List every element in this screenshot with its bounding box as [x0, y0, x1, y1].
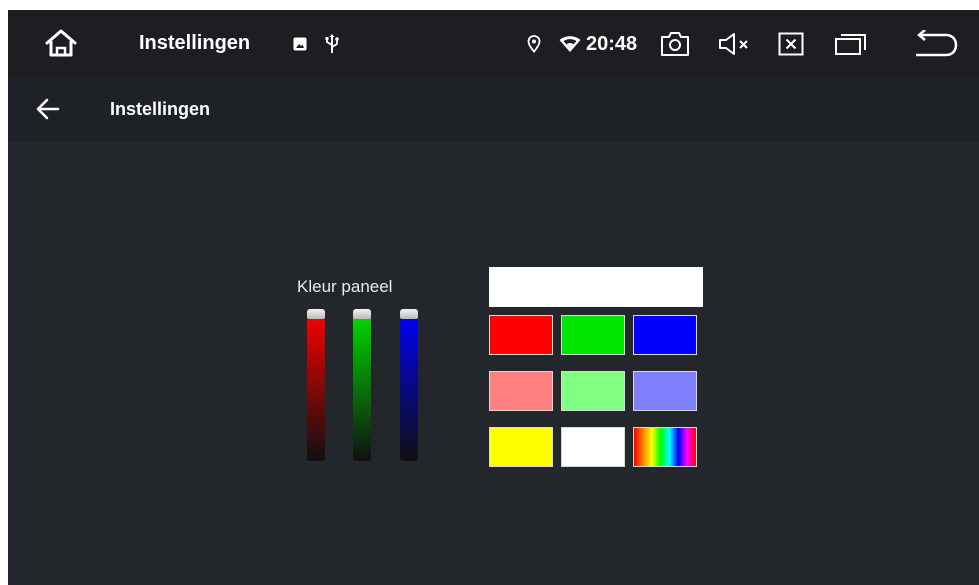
red-slider[interactable]: [307, 309, 325, 461]
green-slider-fill: [353, 309, 371, 461]
swatch-blue[interactable]: [633, 315, 697, 355]
arrow-left-icon[interactable]: [36, 98, 60, 120]
swatch-light-blue[interactable]: [633, 371, 697, 411]
usb-icon: [325, 34, 339, 54]
red-slider-fill: [307, 309, 325, 461]
recent-apps-icon[interactable]: [834, 32, 868, 56]
app-bar: Instellingen: [8, 78, 979, 142]
back-icon[interactable]: [914, 30, 958, 58]
home-icon[interactable]: [44, 28, 78, 58]
location-icon: [527, 35, 541, 53]
swatch-rainbow[interactable]: [633, 427, 697, 467]
wifi-icon: [559, 35, 581, 53]
blue-slider-fill: [400, 309, 418, 461]
image-notification-icon: [293, 37, 307, 51]
status-bar: Instellingen 20:48: [8, 10, 979, 78]
swatch-white[interactable]: [561, 427, 625, 467]
blue-slider[interactable]: [400, 309, 418, 461]
swatch-yellow[interactable]: [489, 427, 553, 467]
close-window-icon[interactable]: [778, 31, 804, 57]
swatch-red[interactable]: [489, 315, 553, 355]
swatch-light-green[interactable]: [561, 371, 625, 411]
page-title: Instellingen: [110, 99, 211, 119]
red-slider-handle[interactable]: [307, 309, 325, 319]
clock: 20:48: [586, 33, 638, 55]
panel-color-label: Kleur paneel: [297, 277, 393, 296]
green-slider-handle[interactable]: [353, 309, 371, 319]
blue-slider-handle[interactable]: [400, 309, 418, 319]
device-screen: Instellingen 20:48 Instellingen Kleur pa…: [8, 10, 979, 585]
swatch-green[interactable]: [561, 315, 625, 355]
status-app-title: Instellingen: [139, 32, 251, 54]
volume-mute-icon[interactable]: [717, 31, 753, 57]
camera-icon[interactable]: [660, 31, 690, 57]
color-preview: [489, 267, 703, 307]
green-slider[interactable]: [353, 309, 371, 461]
swatch-light-red[interactable]: [489, 371, 553, 411]
